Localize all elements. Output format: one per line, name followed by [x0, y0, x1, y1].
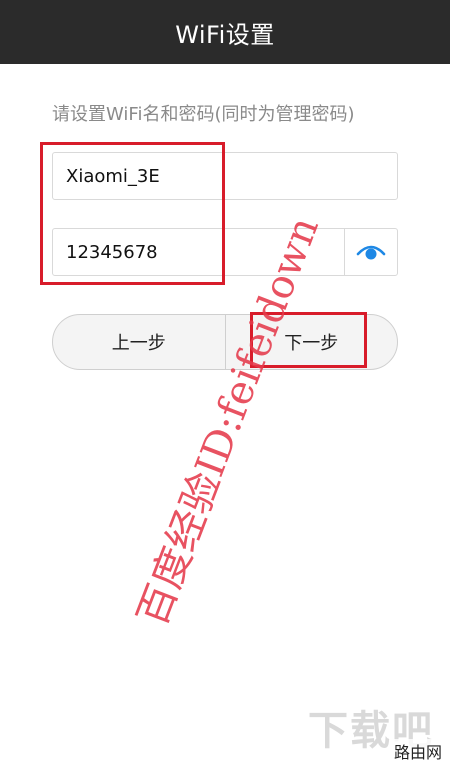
ssid-field[interactable] [52, 152, 398, 200]
corner-site-label: 路由网 [391, 739, 444, 763]
eye-icon [356, 245, 386, 260]
wifi-hint-text: 请设置WiFi名和密码(同时为管理密码) [52, 104, 355, 125]
page-title: WiFi设置 [175, 20, 275, 49]
next-step-button[interactable]: 下一步 [224, 315, 398, 369]
title-bar: WiFi设置 [0, 0, 450, 64]
ssid-input[interactable] [66, 153, 336, 199]
show-password-toggle[interactable] [344, 229, 397, 275]
password-field[interactable] [52, 228, 398, 276]
prev-step-button[interactable]: 上一步 [53, 315, 225, 369]
password-input[interactable] [66, 229, 336, 275]
step-button-group: 上一步 下一步 [52, 314, 398, 370]
